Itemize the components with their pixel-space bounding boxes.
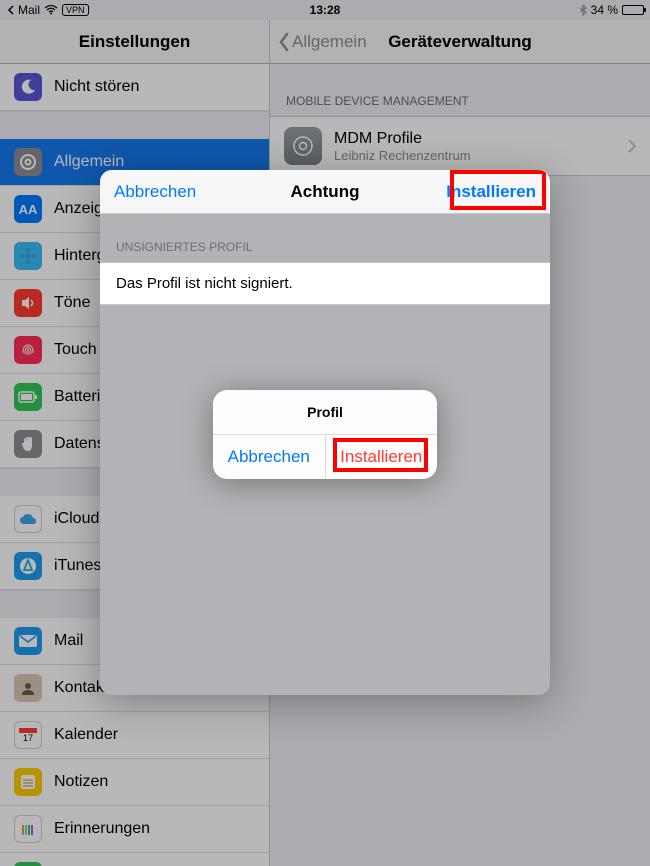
status-time: 13:28 [310, 3, 341, 17]
cloud-icon [14, 505, 42, 533]
aa-icon: AA [14, 195, 42, 223]
unsigned-section-header: UNSIGNIERTES PROFIL [100, 214, 550, 262]
chevron-left-icon [278, 32, 290, 52]
action-sheet-title: Profil [213, 390, 437, 435]
back-to-app-label: Mail [18, 3, 40, 17]
vpn-indicator: VPN [62, 4, 89, 16]
unsigned-message: Das Profil ist nicht signiert. [100, 262, 550, 305]
speaker-icon [14, 289, 42, 317]
appstore-icon [14, 552, 42, 580]
back-label: Allgemein [292, 32, 367, 52]
action-cancel-button[interactable]: Abbrechen [213, 435, 325, 479]
mdm-section-header: MOBILE DEVICE MANAGEMENT [270, 64, 650, 116]
hand-icon [14, 430, 42, 458]
sidebar-item-label: Kalender [54, 726, 118, 744]
sidebar-item-label: Nicht stören [54, 78, 139, 96]
sidebar-item-label: Mail [54, 632, 83, 650]
notes-icon [14, 768, 42, 796]
bluetooth-icon [579, 4, 587, 16]
flower-icon [14, 242, 42, 270]
battery-icon [622, 5, 644, 15]
annotation-highlight-2 [333, 438, 428, 472]
gear-badge-icon [284, 127, 322, 165]
gear-icon [14, 148, 42, 176]
contacts-icon [14, 674, 42, 702]
calendar-icon: 17 [14, 721, 42, 749]
moon-icon [14, 73, 42, 101]
sidebar-item-reminders[interactable]: Erinnerungen [0, 806, 269, 853]
sidebar-item-label: iCloud [54, 510, 99, 528]
back-to-app[interactable]: Mail [6, 3, 40, 17]
messages-icon [14, 862, 42, 866]
annotation-highlight-1 [450, 170, 546, 210]
sidebar-item-label: Erinnerungen [54, 820, 150, 838]
sheet-cancel-button[interactable]: Abbrechen [100, 170, 210, 214]
status-bar: Mail VPN 13:28 34 % [0, 0, 650, 20]
sidebar-item-label: Notizen [54, 773, 108, 791]
fingerprint-icon [14, 336, 42, 364]
battery-percent: 34 % [591, 3, 618, 17]
svg-text:17: 17 [23, 733, 33, 743]
reminders-icon [14, 815, 42, 843]
sidebar-title: Einstellungen [0, 20, 269, 64]
mdm-profile-cell[interactable]: MDM Profile Leibniz Rechenzentrum [270, 116, 650, 176]
detail-title: Geräteverwaltung [388, 32, 532, 52]
sheet-title: Achtung [291, 182, 360, 202]
sidebar-item-notes[interactable]: Notizen [0, 759, 269, 806]
sidebar-item-calendar[interactable]: 17 Kalender [0, 712, 269, 759]
sidebar-item-messages[interactable]: Nachrichten [0, 853, 269, 866]
sidebar-item-moon[interactable]: Nicht stören [0, 64, 269, 111]
profile-title: MDM Profile [334, 130, 616, 148]
battery-icon [14, 383, 42, 411]
profile-subtitle: Leibniz Rechenzentrum [334, 148, 616, 163]
chevron-right-icon [628, 139, 636, 153]
sidebar-item-label: Allgemein [54, 153, 124, 171]
back-button[interactable]: Allgemein [278, 32, 367, 52]
wifi-icon [44, 5, 58, 15]
mail-icon [14, 627, 42, 655]
sidebar-item-label: Töne [54, 294, 90, 312]
